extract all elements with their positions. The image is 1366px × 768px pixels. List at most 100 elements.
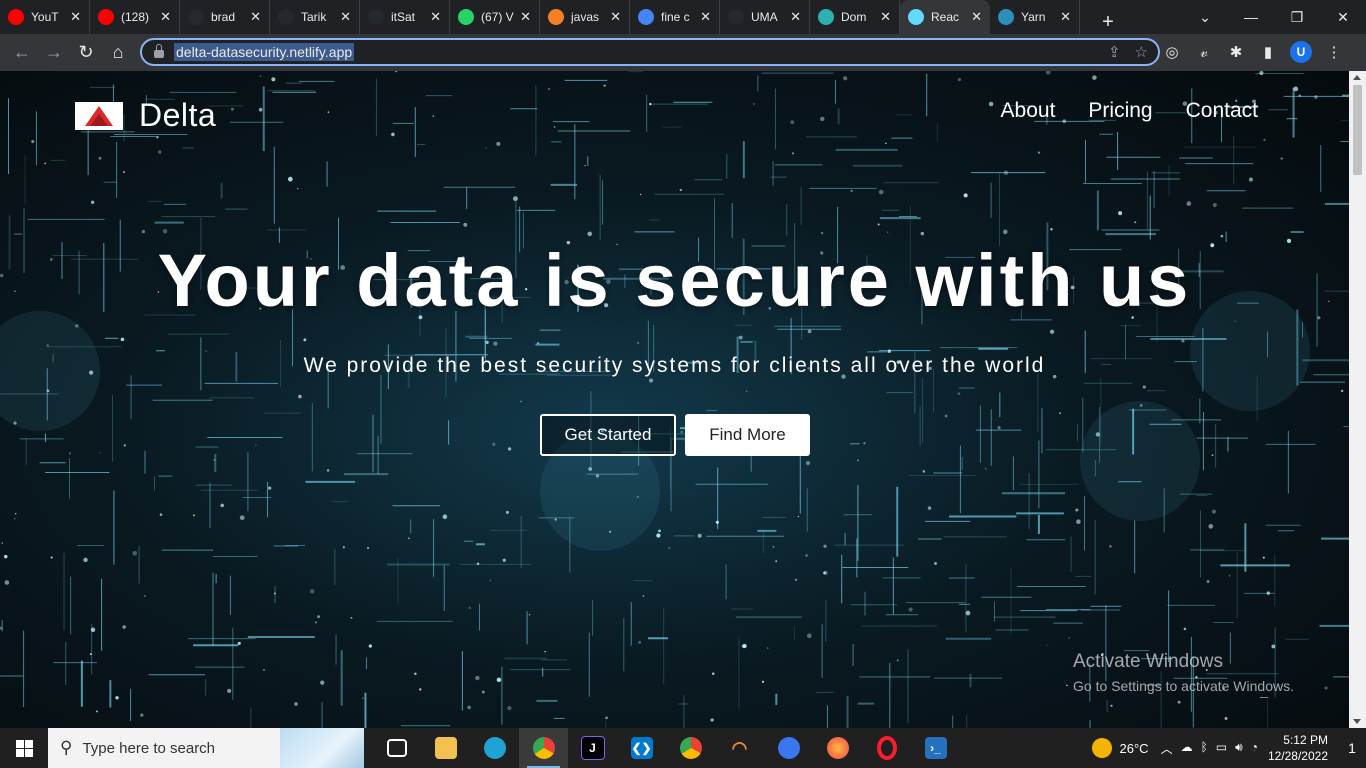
- site-logo[interactable]: Delta: [75, 97, 216, 134]
- close-tab-icon[interactable]: ✕: [70, 9, 81, 25]
- scroll-up-arrow-icon[interactable]: [1353, 75, 1361, 80]
- nav-link-about[interactable]: About: [1001, 99, 1056, 123]
- lock-icon[interactable]: [154, 44, 164, 58]
- web-page: Delta About Pricing Contact Your data is…: [0, 71, 1349, 728]
- chrome-icon[interactable]: [666, 728, 715, 768]
- chrome-active-icon[interactable]: [519, 728, 568, 768]
- close-tab-icon[interactable]: ✕: [880, 9, 891, 25]
- clock[interactable]: 5:12 PM 12/28/2022: [1268, 732, 1328, 764]
- extensions-puzzle-icon[interactable]: ✱: [1226, 43, 1246, 61]
- task-view-icon[interactable]: [372, 728, 421, 768]
- browser-tab[interactable]: javas ✕: [540, 0, 630, 34]
- close-tab-icon[interactable]: ✕: [971, 9, 982, 25]
- close-tab-icon[interactable]: ✕: [340, 9, 351, 25]
- tab-title: Tarik: [301, 10, 327, 24]
- taskbar-search-box[interactable]: ⚲ Type here to search: [48, 728, 364, 768]
- reload-button[interactable]: ↻: [70, 37, 102, 69]
- github-icon: [278, 9, 294, 25]
- github-icon: [368, 9, 384, 25]
- network-background-image: [0, 71, 1349, 728]
- script-extension-icon[interactable]: 𝓋: [1194, 44, 1214, 61]
- clock-time: 5:12 PM: [1283, 733, 1328, 747]
- browser-tab[interactable]: brad ✕: [180, 0, 270, 34]
- signal-icon[interactable]: [764, 728, 813, 768]
- jetbrains-icon[interactable]: J: [568, 728, 617, 768]
- vscode-icon[interactable]: ❮❯: [617, 728, 666, 768]
- bluetooth-icon[interactable]: ᛒ: [1201, 740, 1208, 757]
- close-tab-icon[interactable]: ✕: [1060, 9, 1071, 25]
- google-icon: [638, 9, 654, 25]
- start-button[interactable]: [0, 728, 48, 768]
- tab-title: javas: [571, 10, 600, 24]
- sync-app-icon[interactable]: ◠: [715, 728, 764, 768]
- tray-icons: ︿ ☁ ᛒ ▭ 🔊︎ ◔: [1161, 740, 1258, 757]
- browser-tab[interactable]: Dom ✕: [810, 0, 900, 34]
- browser-tab[interactable]: YouT ✕: [0, 0, 90, 34]
- hero-subtitle: We provide the best security systems for…: [303, 354, 1046, 377]
- wifi-icon[interactable]: ◔: [1251, 740, 1258, 757]
- brand-name: Delta: [139, 97, 217, 133]
- color-picker-extension-icon[interactable]: ◎: [1162, 43, 1182, 61]
- delta-triangle-icon: [75, 101, 123, 130]
- scroll-down-arrow-icon[interactable]: [1353, 719, 1361, 724]
- side-panel-icon[interactable]: ▮: [1258, 43, 1278, 61]
- close-window-button[interactable]: ✕: [1320, 0, 1366, 34]
- close-tab-icon[interactable]: ✕: [520, 9, 531, 25]
- profile-avatar[interactable]: U: [1290, 41, 1312, 63]
- battery-icon[interactable]: ▭: [1216, 740, 1227, 757]
- page-scrollbar[interactable]: [1349, 71, 1366, 728]
- clock-date: 12/28/2022: [1267, 749, 1328, 763]
- netlify-icon: [818, 9, 834, 25]
- browser-tab[interactable]: UMA ✕: [720, 0, 810, 34]
- close-tab-icon[interactable]: ✕: [790, 9, 801, 25]
- show-hidden-icons-chevron-icon[interactable]: ︿: [1161, 740, 1173, 757]
- browser-tab[interactable]: (67) V ✕: [450, 0, 540, 34]
- tab-title: Yarn: [1021, 10, 1046, 24]
- search-placeholder: Type here to search: [82, 739, 216, 757]
- firefox-icon[interactable]: [813, 728, 862, 768]
- pinned-apps: J ❮❯ ◠ ›_: [372, 728, 960, 768]
- weather-widget[interactable]: 26°C: [1091, 738, 1149, 758]
- close-tab-icon[interactable]: ✕: [700, 9, 711, 25]
- notification-center-icon[interactable]: 1: [1338, 728, 1366, 768]
- file-explorer-icon[interactable]: [421, 728, 470, 768]
- url-text[interactable]: delta-datasecurity.netlify.app: [174, 43, 355, 61]
- opera-icon[interactable]: [862, 728, 911, 768]
- tab-title: YouT: [31, 10, 59, 24]
- tab-title: (67) V: [481, 10, 514, 24]
- address-bar[interactable]: delta-datasecurity.netlify.app ⇪ ☆: [140, 38, 1160, 66]
- nav-link-pricing[interactable]: Pricing: [1088, 99, 1152, 123]
- github-icon: [728, 9, 744, 25]
- back-button[interactable]: ←: [6, 37, 38, 69]
- new-tab-button[interactable]: +: [1094, 11, 1122, 34]
- sun-icon: [1091, 738, 1112, 758]
- menu-kebab-icon[interactable]: ⋮: [1324, 43, 1344, 61]
- browser-tab[interactable]: Tarik ✕: [270, 0, 360, 34]
- close-tab-icon[interactable]: ✕: [430, 9, 441, 25]
- powershell-icon[interactable]: ›_: [911, 728, 960, 768]
- edge-icon[interactable]: [470, 728, 519, 768]
- close-tab-icon[interactable]: ✕: [160, 9, 171, 25]
- minimize-button[interactable]: —: [1228, 0, 1274, 34]
- share-icon[interactable]: ⇪: [1108, 43, 1121, 61]
- tab-search-icon[interactable]: ⌄: [1182, 0, 1228, 34]
- onedrive-cloud-icon[interactable]: ☁: [1181, 740, 1193, 757]
- close-tab-icon[interactable]: ✕: [250, 9, 261, 25]
- browser-tab[interactable]: Reac ✕: [900, 0, 990, 34]
- volume-icon[interactable]: 🔊︎: [1235, 740, 1243, 757]
- forward-button[interactable]: →: [38, 37, 70, 69]
- find-more-button[interactable]: Find More: [685, 414, 810, 456]
- nav-link-contact[interactable]: Contact: [1186, 99, 1258, 123]
- get-started-button[interactable]: Get Started: [540, 414, 676, 456]
- close-tab-icon[interactable]: ✕: [610, 9, 621, 25]
- browser-tab[interactable]: (128) ✕: [90, 0, 180, 34]
- main-nav: About Pricing Contact: [1001, 99, 1258, 123]
- home-button[interactable]: ⌂: [102, 37, 134, 69]
- restore-button[interactable]: ❐: [1274, 0, 1320, 34]
- bookmark-star-icon[interactable]: ☆: [1135, 43, 1148, 61]
- browser-tab[interactable]: Yarn ✕: [990, 0, 1080, 34]
- watermark-line-2: Go to Settings to activate Windows.: [1073, 678, 1294, 694]
- browser-tab[interactable]: fine c ✕: [630, 0, 720, 34]
- browser-tab[interactable]: itSat ✕: [360, 0, 450, 34]
- scrollbar-thumb[interactable]: [1353, 85, 1362, 175]
